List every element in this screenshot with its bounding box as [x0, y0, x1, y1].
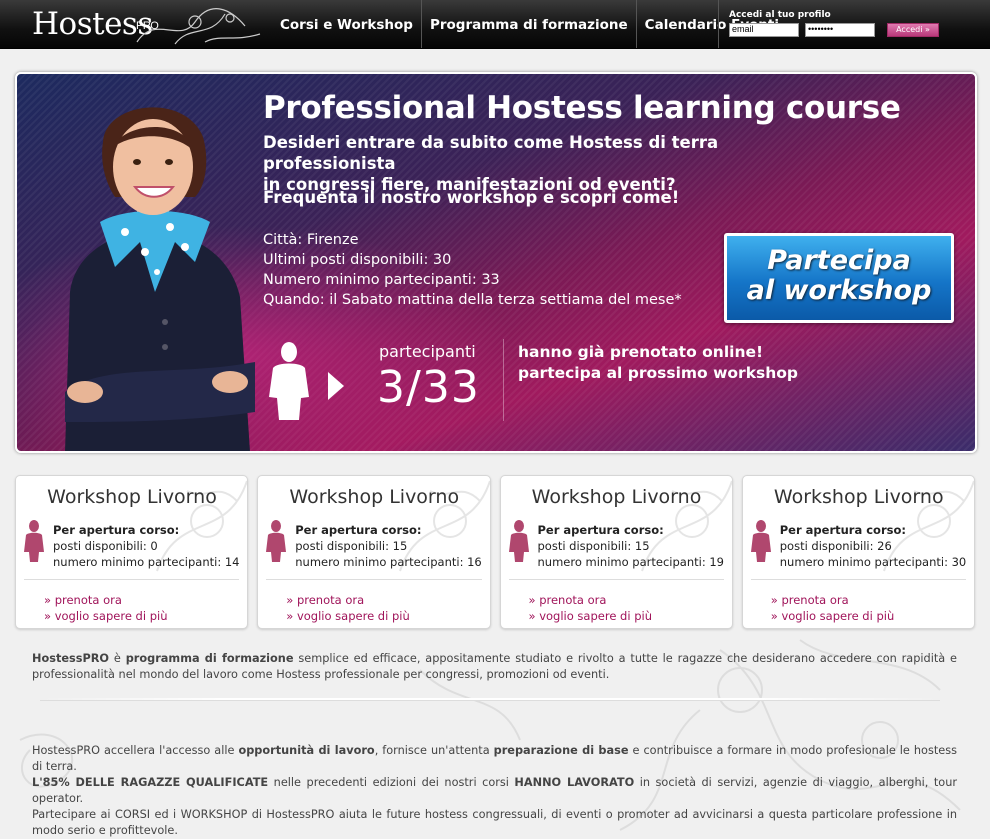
intro-brand: HostessPRO	[32, 652, 110, 665]
person-icon	[266, 520, 287, 562]
card-heading: Per apertura corso:	[537, 523, 664, 537]
hero-subtitle-line1: Desideri entrare da subito come Hostess …	[263, 133, 719, 173]
prenota-ora-link[interactable]: prenota ora	[286, 592, 409, 608]
outro-bold: preparazione di base	[493, 744, 629, 757]
booked-line1: hanno già prenotato online!	[518, 343, 764, 361]
hero-banner: Professional Hostess learning course Des…	[15, 72, 977, 453]
prenota-ora-link[interactable]: prenota ora	[771, 592, 894, 608]
workshop-card: Workshop Livorno Per apertura corso: pos…	[257, 475, 491, 629]
card-info: Per apertura corso: posti disponibili: 1…	[538, 522, 724, 570]
booked-text: hanno già prenotato online! partecipa al…	[518, 342, 798, 384]
hero-title: Professional Hostess learning course	[263, 90, 901, 126]
card-posti: posti disponibili: 0	[53, 539, 158, 553]
participants-label: partecipanti	[379, 342, 476, 361]
workshop-card: Workshop Livorno Per apertura corso: pos…	[499, 475, 733, 629]
outro-text: Partecipare ai CORSI ed i WORKSHOP di Ho…	[32, 808, 957, 837]
hero-details: Città: Firenze Ultimi posti disponibili:…	[263, 230, 682, 310]
main-nav: Corsi e Workshop Programma di formazione…	[272, 0, 787, 48]
prenota-ora-link[interactable]: prenota ora	[44, 592, 167, 608]
card-title: Workshop Livorno	[289, 486, 460, 508]
sapere-di-piu-link[interactable]: voglio sapere di più	[529, 608, 652, 624]
login-title: Accedi al tuo profilo	[729, 10, 831, 20]
card-info: Per apertura corso: posti disponibili: 0…	[53, 522, 239, 570]
detail-minimo: Numero minimo partecipanti: 33	[263, 272, 500, 288]
intro-text-1: è	[109, 652, 126, 665]
sapere-di-piu-link[interactable]: voglio sapere di più	[286, 608, 410, 624]
participants-count: 3/33	[377, 362, 480, 413]
partecipa-button-line1: Partecipa	[767, 245, 911, 276]
partecipa-workshop-button[interactable]: Partecipa al workshop	[724, 233, 954, 323]
card-posti: posti disponibili: 26	[779, 539, 892, 553]
detail-quando: Quando: il Sabato mattina della terza se…	[263, 292, 682, 308]
card-info: Per apertura corso: posti disponibili: 2…	[780, 522, 966, 570]
outro-bold: HANNO LAVORATO	[514, 776, 635, 789]
card-title: Workshop Livorno	[773, 486, 944, 508]
outro-paragraph: HostessPRO accellera l'accesso alle oppo…	[32, 743, 957, 839]
swirl-ornament-icon	[136, 8, 261, 45]
workshop-card: Workshop Livorno Per apertura corso: pos…	[741, 475, 975, 629]
intro-bold-1: programma di formazione	[125, 652, 294, 665]
card-minimo: numero minimo partecipanti: 14	[53, 555, 240, 569]
person-icon	[508, 520, 529, 562]
card-links: prenota ora voglio sapere di più	[771, 592, 894, 624]
login-button[interactable]: Accedi »	[887, 23, 939, 37]
card-links: prenota ora voglio sapere di più	[286, 592, 410, 624]
email-input[interactable]: email	[729, 23, 799, 37]
partecipa-button-line2: al workshop	[746, 275, 932, 306]
intro-paragraph: HostessPRO è programma di formazione sem…	[32, 651, 957, 683]
card-heading: Per apertura corso:	[295, 523, 422, 537]
card-title: Workshop Livorno	[531, 486, 702, 508]
card-posti: posti disponibili: 15	[295, 539, 408, 553]
card-minimo: numero minimo partecipanti: 19	[537, 555, 724, 569]
card-heading: Per apertura corso:	[779, 523, 906, 537]
card-separator	[750, 579, 966, 580]
person-icon	[24, 520, 44, 562]
card-info: Per apertura corso: posti disponibili: 1…	[295, 522, 481, 570]
card-title: Workshop Livorno	[47, 486, 217, 508]
outro-bold: L'85% DELLE RAGAZZE QUALIFICATE	[32, 776, 269, 789]
person-silhouette-icon	[269, 342, 309, 420]
outro-text: , fornisce un'attenta	[374, 744, 494, 757]
workshop-card: Workshop Livorno Per apertura corso: pos…	[15, 475, 249, 629]
card-minimo: numero minimo partecipanti: 30	[779, 555, 967, 569]
card-minimo: numero minimo partecipanti: 16	[295, 555, 482, 569]
section-divider	[40, 698, 940, 700]
hero-cta-text: Frequenta il nostro workshop e scopri co…	[263, 188, 680, 207]
card-links: prenota ora voglio sapere di più	[529, 592, 652, 624]
detail-citta: Città: Firenze	[263, 232, 359, 248]
sapere-di-piu-link[interactable]: voglio sapere di più	[771, 608, 894, 624]
arrow-right-icon	[328, 372, 344, 400]
card-posti: posti disponibili: 15	[537, 539, 650, 553]
prenota-ora-link[interactable]: prenota ora	[529, 592, 652, 608]
password-input[interactable]: ••••••••	[805, 23, 875, 37]
outro-text: nelle precedenti edizioni dei nostri cor…	[268, 776, 515, 789]
outro-text: HostessPRO accellera l'accesso alle	[32, 744, 239, 757]
hostess-photo	[65, 107, 255, 451]
person-icon	[750, 520, 771, 562]
card-separator	[508, 579, 724, 580]
outro-bold: opportunità di lavoro	[238, 744, 375, 757]
card-separator	[266, 579, 482, 580]
nav-corsi-workshop[interactable]: Corsi e Workshop	[272, 0, 422, 48]
card-heading: Per apertura corso:	[53, 523, 180, 537]
hero-subtitle: Desideri entrare da subito come Hostess …	[263, 132, 823, 195]
login-panel: Accedi al tuo profilo email •••••••• Acc…	[718, 0, 939, 48]
sapere-di-piu-link[interactable]: voglio sapere di più	[44, 608, 168, 624]
card-links: prenota ora voglio sapere di più	[44, 592, 168, 624]
top-navigation-bar: Hostess PRO Corsi e Workshop Programma d…	[0, 0, 990, 49]
booked-line2: partecipa al prossimo workshop	[518, 364, 799, 382]
detail-posti: Ultimi posti disponibili: 30	[263, 252, 452, 268]
workshop-cards: Workshop Livorno Per apertura corso: pos…	[15, 475, 975, 630]
nav-programma-formazione[interactable]: Programma di formazione	[422, 0, 637, 48]
card-separator	[24, 579, 240, 580]
participants-divider	[503, 339, 504, 421]
